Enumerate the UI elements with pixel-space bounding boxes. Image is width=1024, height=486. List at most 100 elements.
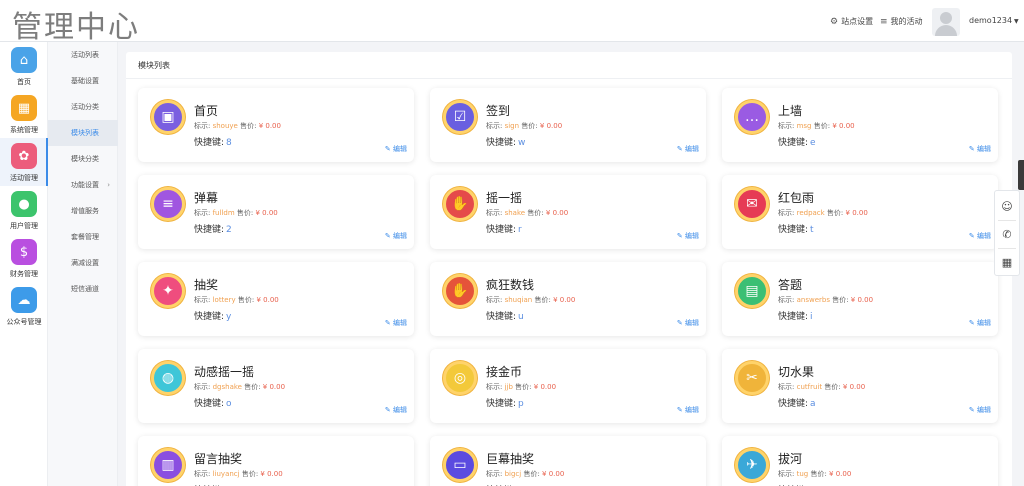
rail-item-4[interactable]: $ 财务管理	[0, 234, 48, 282]
dynamic-shake-icon: ◍	[151, 361, 185, 395]
module-price: ¥ 0.00	[553, 296, 576, 304]
edit-button[interactable]: ✎ 编辑	[385, 231, 407, 241]
rail-item-5[interactable]: ☁ 公众号管理	[0, 282, 48, 330]
edit-button[interactable]: ✎ 编辑	[677, 231, 699, 241]
shortcut-key: i	[810, 312, 813, 322]
module-price: ¥ 0.00	[256, 296, 279, 304]
my-activity-label: 我的活动	[890, 17, 923, 26]
submenu-item-label: 短信通道	[71, 285, 99, 293]
edit-button[interactable]: ✎ 编辑	[677, 405, 699, 415]
side-scroll-indicator[interactable]	[1018, 160, 1024, 190]
submenu-item-9[interactable]: 短信通道	[48, 276, 118, 302]
quiz-icon: ▤	[735, 274, 769, 308]
module-meta: 标示: bigcj 售价: ¥ 0.00	[486, 470, 565, 478]
module-card: … 上墙 标示: msg 售价: ¥ 0.00 快捷键: e ✎ 编辑	[722, 88, 998, 162]
list-icon: ≡	[880, 16, 888, 27]
grid-icon: ▦	[11, 95, 37, 121]
page-logo: 管理中心	[12, 10, 140, 45]
module-name: 答题	[778, 278, 803, 292]
module-shortcut: 快捷键: o	[194, 399, 232, 409]
rail-item-3[interactable]: ● 用户管理	[0, 186, 48, 234]
top-header: 管理中心 ⚙ 站点设置 ≡ 我的活动 demo1234 ▼	[0, 0, 1024, 45]
module-shortcut: 快捷键: i	[778, 312, 813, 322]
module-price: ¥ 0.00	[539, 122, 563, 130]
pencil-icon: ✎	[968, 319, 975, 327]
module-name: 留言抽奖	[194, 452, 243, 466]
submenu-item-5[interactable]: 功能设置 ›	[48, 172, 118, 198]
submenu-item-3[interactable]: 模块列表	[48, 120, 118, 146]
tug-icon: ✈	[735, 448, 769, 482]
submenu-item-8[interactable]: 满减设置	[48, 250, 118, 276]
module-card: ▥留言抽奖标示: liuyancj 售价: ¥ 0.00快捷键:✎ 编辑	[138, 436, 414, 486]
submenu-item-1[interactable]: 基础设置	[48, 68, 118, 94]
edit-button[interactable]: ✎ 编辑	[385, 144, 407, 154]
edit-button[interactable]: ✎ 编辑	[969, 318, 991, 328]
edit-button[interactable]: ✎ 编辑	[385, 318, 407, 328]
edit-button[interactable]: ✎ 编辑	[969, 405, 991, 415]
module-shortcut: 快捷键: r	[486, 225, 522, 235]
submenu-item-6[interactable]: 增值服务	[48, 198, 118, 224]
module-card: ◎ 接金币 标示: jjb 售价: ¥ 0.00 快捷键: p ✎ 编辑	[430, 349, 706, 423]
chevron-right-icon: ›	[107, 181, 110, 189]
message-lottery-icon: ▥	[151, 448, 185, 482]
module-meta: 标示: answerbs 售价: ¥ 0.00	[778, 296, 874, 304]
module-shortcut: 快捷键: 8	[194, 138, 232, 148]
edit-button[interactable]: ✎ 编辑	[385, 405, 407, 415]
module-price: ¥ 0.00	[545, 209, 569, 217]
avatar[interactable]	[932, 8, 960, 36]
module-name: 巨幕抽奖	[486, 452, 535, 466]
headset-icon[interactable]: ☺	[995, 193, 1019, 219]
module-key: shake	[504, 209, 526, 217]
redpack-icon: ✉	[735, 187, 769, 221]
panel-title: 模块列表	[138, 61, 170, 70]
my-activity-link[interactable]: ≡ 我的活动	[880, 16, 923, 27]
phone-icon[interactable]: ✆	[995, 221, 1019, 247]
module-price: ¥ 0.00	[262, 383, 286, 391]
shortcut-key: p	[518, 399, 524, 409]
pencil-icon: ✎	[676, 145, 683, 153]
shortcut-key: o	[226, 399, 232, 409]
pencil-icon: ✎	[384, 319, 391, 327]
money-count-icon: ✋	[443, 274, 477, 308]
module-price: ¥ 0.00	[842, 383, 866, 391]
module-meta: 标示: tug 售价: ¥ 0.00	[778, 470, 852, 478]
user-menu[interactable]: demo1234 ▼	[969, 16, 1019, 25]
submenu-item-label: 功能设置	[71, 181, 99, 189]
rail-item-2[interactable]: ✿ 活动管理	[0, 138, 48, 186]
sub-menu: 活动列表 基础设置 活动分类 模块列表 模块分类功能设置 › 增值服务 套餐管理 满减设置短信通…	[48, 42, 118, 486]
module-card: ✋ 疯狂数钱 标示: shuqian 售价: ¥ 0.00 快捷键: u ✎ 编辑	[430, 262, 706, 336]
submenu-item-0[interactable]: 活动列表	[48, 42, 118, 68]
edit-button[interactable]: ✎ 编辑	[969, 144, 991, 154]
module-card: ◍ 动感摇一摇 标示: dgshake 售价: ¥ 0.00 快捷键: o ✎ 编辑	[138, 349, 414, 423]
submenu-item-4[interactable]: 模块分类	[48, 146, 118, 172]
module-name: 弹幕	[194, 191, 219, 205]
module-key: shouye	[212, 122, 238, 130]
gift-icon: ✦	[151, 274, 185, 308]
module-card: ▤ 答题标示: answerbs 售价: ¥ 0.00 快捷键: i ✎ 编辑	[722, 262, 998, 336]
edit-button[interactable]: ✎ 编辑	[677, 318, 699, 328]
qrcode-icon[interactable]: ▦	[995, 249, 1019, 275]
module-price: ¥ 0.00	[845, 209, 868, 217]
module-name: 抽奖	[194, 278, 219, 292]
caret-down-icon: ▼	[1014, 18, 1019, 25]
module-key: msg	[796, 122, 812, 130]
rail-item-0[interactable]: ⌂ 首页	[0, 42, 48, 90]
module-name: 上墙	[778, 104, 803, 118]
module-name: 签到	[486, 104, 511, 118]
module-card: ✦ 抽奖 标示: lottery 售价: ¥ 0.00 快捷键: y ✎ 编辑	[138, 262, 414, 336]
module-key: lottery	[212, 296, 236, 304]
module-meta: 标示: liuyancj 售价: ¥ 0.00	[194, 470, 283, 478]
module-key: shuqian	[504, 296, 533, 304]
username-label: demo1234	[969, 16, 1013, 25]
rail-item-1[interactable]: ▦ 系统管理	[0, 90, 48, 138]
module-meta: 标示: shuqian 售价: ¥ 0.00	[486, 296, 576, 304]
module-price: ¥ 0.00	[260, 470, 283, 478]
submenu-item-7[interactable]: 套餐管理	[48, 224, 118, 250]
submenu-item-2[interactable]: 活动分类	[48, 94, 118, 120]
module-card: ✂ 切水果 标示: cutfruit 售价: ¥ 0.00 快捷键: a ✎ 编辑	[722, 349, 998, 423]
site-settings-link[interactable]: ⚙ 站点设置	[830, 16, 873, 27]
edit-button[interactable]: ✎ 编辑	[969, 231, 991, 241]
module-key: sign	[504, 122, 520, 130]
edit-button[interactable]: ✎ 编辑	[677, 144, 699, 154]
chat-icon: …	[735, 100, 769, 134]
